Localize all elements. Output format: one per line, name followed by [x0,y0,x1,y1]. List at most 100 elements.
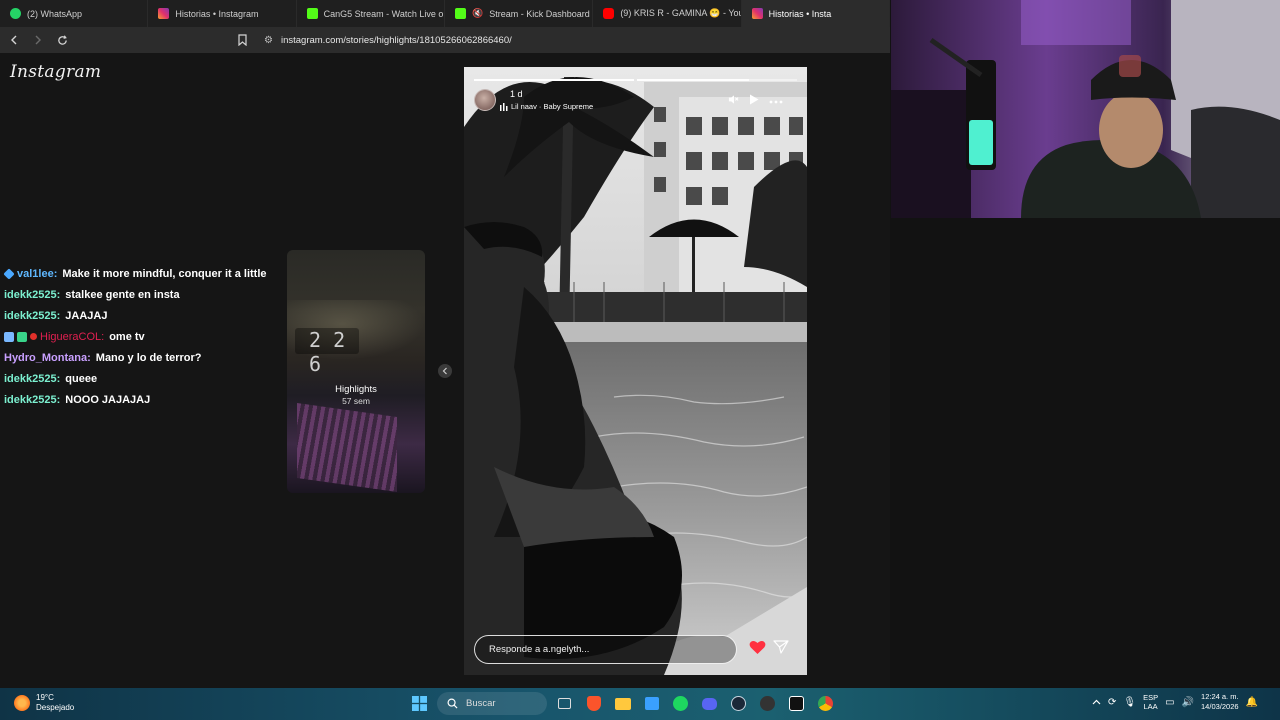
previous-story-title: Highlights [335,384,377,395]
tab-youtube[interactable]: (9) KRIS R - GAMINA 😁 - YouTube [593,0,742,27]
chat-text: ome tv [109,330,145,343]
gift-badge-icon [17,331,27,342]
instagram-icon [751,8,763,19]
tab-instagram-stories[interactable]: Historias • Instagram [148,0,297,27]
tab-label: Historias • Insta [768,8,832,19]
windows-logo-icon [412,696,427,711]
progress-fill [637,79,749,81]
chat-text: Mano y lo de terror? [95,351,202,364]
story-music[interactable]: Lil naav · Baby Supreme [500,102,593,111]
clock-date: 14/03/2026 [1201,702,1239,711]
chat-username: Hydro_Montana: [4,351,91,364]
notifications-icon[interactable]: 🔔 [1246,697,1258,708]
chevron-up-icon [1092,699,1101,704]
tab-whatsapp[interactable]: (2) WhatsApp [0,0,149,27]
story-photo [464,67,807,675]
network-icon[interactable]: ▭ [1165,697,1174,708]
show-hidden-icons-button[interactable] [1092,697,1101,708]
sync-icon[interactable]: ⟳ [1108,697,1116,708]
steam-button[interactable] [727,692,750,715]
tab-label: (9) KRIS R - GAMINA 😁 - YouTube [620,8,740,18]
tab-kick-dashboard[interactable]: 🔇 Stream - Kick Dashboard [445,0,594,27]
kick-icon [306,8,318,19]
mute-icon: 🔇 [471,8,484,18]
microphone-icon[interactable]: 🎙 [1123,697,1136,708]
play-button[interactable] [749,94,759,108]
tab-label: Stream - Kick Dashboard [489,8,590,19]
progress-segment-current [637,79,797,81]
instagram-story-page: Instagram val1lee: Make it more mindful,… [0,53,890,688]
chat-username: val1lee: [17,267,58,280]
more-options-button[interactable] [769,95,783,107]
previous-story-card[interactable]: 2 2 6 Highlights 57 sem [287,250,425,493]
tab-kick-stream[interactable]: CanG5 Stream - Watch Live on Kick [297,0,445,27]
speaker-muted-icon [728,95,739,104]
weather-sun-icon [14,695,30,711]
chat-username: idekk2525: [4,372,61,385]
tab-label: Historias • Instagram [175,8,259,19]
webcam-feed [891,0,1280,218]
story-song-label: Lil naav · Baby Supreme [511,102,594,111]
digital-clock-image: 2 2 6 [295,328,359,376]
instagram-logo[interactable]: Instagram [10,62,101,82]
reply-input[interactable] [474,635,737,664]
chat-message: idekk2525: NOOO JAJAJAJ [4,389,284,410]
like-button[interactable] [747,639,767,659]
steam-icon [731,696,746,711]
browser-tab-strip: (2) WhatsApp Historias • Instagram CanG5… [0,0,890,27]
task-view-icon [558,698,571,709]
windows-taskbar: 19°C Despejado Buscar ⟳ 🎙 ESP LAA ▭ 🔊 12… [0,688,1280,720]
capcut-button[interactable] [785,692,808,715]
more-horizontal-icon [769,100,783,104]
back-button[interactable] [4,30,24,50]
app-button[interactable] [756,692,779,715]
volume-icon[interactable]: 🔊 [1182,697,1194,708]
store-icon [644,697,659,710]
store-button[interactable] [640,692,663,715]
spotify-button[interactable] [669,692,692,715]
discord-button[interactable] [698,692,721,715]
chat-username: idekk2525: [4,309,61,322]
whatsapp-icon [10,8,21,19]
forward-button[interactable] [28,30,48,50]
tab-instagram-active[interactable]: Historias • Insta [741,0,890,27]
url-bar[interactable]: ⚙ instagram.com/stories/highlights/18105… [258,30,878,50]
bookmark-icon [237,34,247,46]
instagram-icon [158,8,170,19]
taskbar-clock[interactable]: 12:24 a. m. 14/03/2026 [1201,692,1239,712]
back-arrow-icon [11,35,17,45]
previous-story-button[interactable] [438,364,452,378]
chat-message: idekk2525: stalkee gente en insta [4,284,284,305]
start-button[interactable] [408,692,431,715]
reload-button[interactable] [52,30,72,50]
clock-time: 12:24 a. m. [1201,692,1239,701]
taskbar-search[interactable]: Buscar [437,692,547,715]
weather-description: Despejado [36,703,75,712]
file-explorer-button[interactable] [611,692,634,715]
discord-icon [702,697,717,710]
browser-toolbar: ⚙ instagram.com/stories/highlights/18105… [0,27,890,53]
language-indicator[interactable]: ESP LAA [1143,693,1158,711]
badge-icon [3,267,15,280]
basket-image [297,402,397,493]
stream-chat-overlay: val1lee: Make it more mindful, conquer i… [3,263,284,410]
share-button[interactable] [773,639,793,659]
story-viewer[interactable]: 1 d Lil naav · Baby Supreme [464,67,807,675]
brave-browser-button[interactable] [582,692,605,715]
mute-button[interactable] [728,94,739,108]
brave-icon [586,696,601,711]
chat-username: idekk2525: [4,393,61,406]
task-view-button[interactable] [553,692,576,715]
weather-widget[interactable]: 19°C Despejado [14,693,74,713]
site-info-icon[interactable]: ⚙ [264,35,273,46]
chat-message: HigueraCOL: ome tv [4,326,284,347]
reload-icon [57,34,67,45]
bookmark-button[interactable] [234,31,250,49]
tab-label: (2) WhatsApp [27,8,83,19]
story-progress-bar [474,79,797,81]
music-bars-icon [500,102,508,111]
kick-icon [454,8,466,19]
chevron-left-icon [442,367,447,375]
story-author-avatar[interactable] [474,89,496,111]
chrome-button[interactable] [814,692,837,715]
